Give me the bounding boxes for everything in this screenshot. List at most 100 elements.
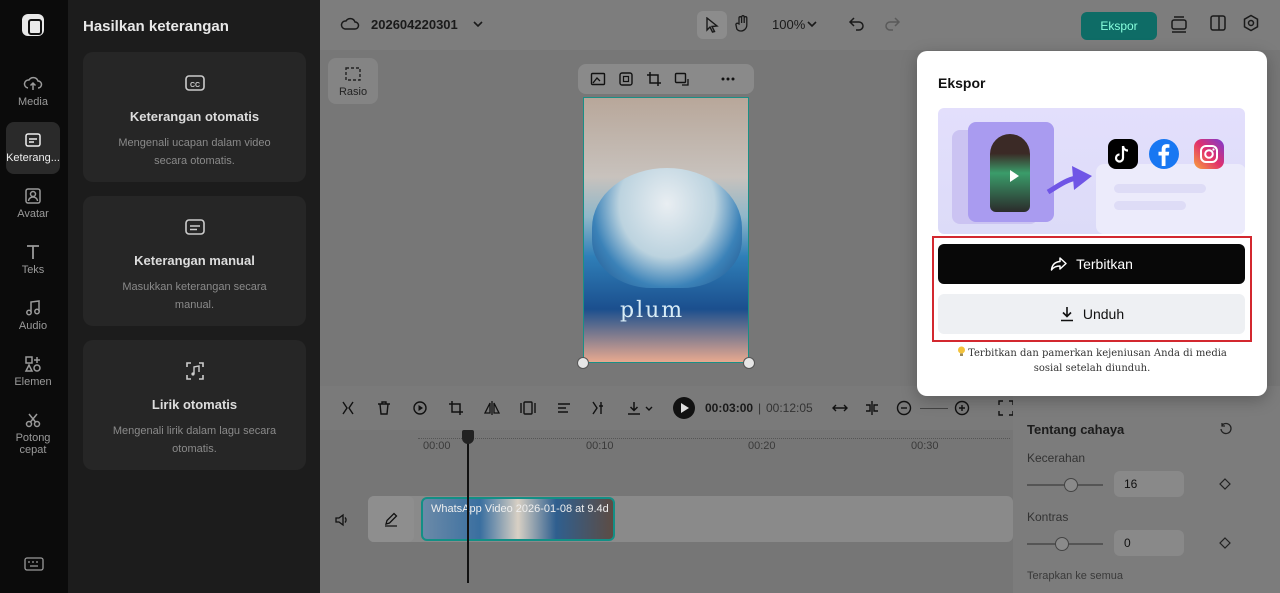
brightness-knob[interactable] [1064, 478, 1079, 492]
contrast-label: Kontras [1027, 510, 1069, 524]
settings-icon[interactable] [1242, 14, 1260, 32]
tick-label: 00:10 [586, 440, 614, 452]
elements-icon [24, 356, 41, 372]
contrast-knob[interactable] [1054, 537, 1069, 551]
scissors-icon [25, 413, 41, 428]
brightness-input[interactable]: 16 [1114, 471, 1184, 497]
redo-icon[interactable] [883, 14, 901, 32]
edit-cover-button[interactable] [368, 496, 414, 542]
instagram-icon [1194, 139, 1224, 169]
keyframe-diamond-icon[interactable] [1219, 537, 1231, 549]
playhead[interactable] [462, 430, 474, 583]
export-button-label: Ekspor [1100, 19, 1138, 33]
zoom-level[interactable]: 100% [772, 17, 805, 32]
app-logo-icon [22, 14, 44, 36]
zoom-in-icon[interactable] [954, 400, 970, 416]
tick-label: 00:30 [911, 440, 939, 452]
lyrics-icon [185, 362, 204, 380]
share-arrow-icon [1050, 257, 1067, 271]
card-desc: Mengenali lirik dalam lagu secara otomat… [112, 425, 277, 455]
brightness-slider[interactable] [1027, 478, 1103, 492]
tip-text: Terbitkan dan pamerkan kejeniusan Anda d… [968, 348, 1227, 374]
adjust-panel: Tentang cahaya Kecerahan 16 Kontras 0 Te… [1013, 386, 1280, 593]
cc-icon: CC [184, 75, 205, 91]
card-title: Lirik otomatis [151, 397, 238, 412]
music-note-icon [26, 300, 40, 316]
replace-icon[interactable] [674, 71, 690, 87]
hand-icon[interactable] [734, 14, 752, 34]
reset-icon[interactable] [1219, 422, 1233, 436]
rail-label: Keterang... [6, 152, 60, 164]
captions-panel: Hasilkan keterangan CC Keterangan otomat… [68, 0, 320, 593]
crop-clip-icon[interactable] [448, 400, 464, 416]
panel-toggle-icon[interactable] [1209, 14, 1227, 32]
volume-icon[interactable] [334, 512, 350, 528]
video-brand-text: plum [620, 298, 685, 323]
video-clip[interactable]: WhatsApp Video 2026-01-08 at 9.4d [421, 497, 615, 541]
crop-frame-icon[interactable] [618, 71, 634, 87]
download-chevron-icon[interactable] [644, 404, 654, 414]
play-overlay-icon [1010, 170, 1019, 182]
zoom-out-icon[interactable] [896, 400, 912, 416]
flip-icon[interactable] [484, 400, 500, 416]
snap-icon[interactable] [864, 400, 880, 416]
text-icon [27, 245, 39, 259]
image-add-icon[interactable] [590, 71, 606, 87]
lightbulb-icon [958, 346, 966, 356]
download-icon [1060, 307, 1073, 322]
resize-handle-br[interactable] [743, 357, 755, 369]
card-desc: Mengenali ucapan dalam video secara otom… [118, 137, 271, 167]
contrast-input[interactable]: 0 [1114, 530, 1184, 556]
rail-item-elements[interactable]: Elemen [6, 346, 60, 398]
download-clip-icon[interactable] [626, 400, 642, 416]
select-tool-button[interactable] [697, 11, 727, 39]
crop-icon[interactable] [646, 71, 662, 87]
download-button[interactable]: Unduh [938, 294, 1245, 334]
publish-button[interactable]: Terbitkan [938, 244, 1245, 284]
contrast-slider[interactable] [1027, 537, 1103, 551]
card-manual-captions[interactable]: Keterangan manual Masukkan keterangan se… [83, 196, 306, 326]
rail-item-captions[interactable]: Keterang... [6, 122, 60, 174]
keyframe-diamond-icon[interactable] [1219, 478, 1231, 490]
split-icon[interactable] [340, 400, 356, 416]
ratio-label: Rasio [338, 86, 368, 98]
rail-label: Elemen [14, 376, 52, 388]
export-button[interactable]: Ekspor [1081, 12, 1157, 40]
freeze-icon[interactable] [520, 400, 536, 416]
layers-icon[interactable] [1170, 14, 1188, 34]
zoom-slider[interactable] [920, 408, 948, 409]
more-icon[interactable] [720, 71, 736, 87]
cloud-sync-icon[interactable] [340, 14, 360, 34]
download-label: Unduh [1082, 306, 1125, 322]
rail-item-media[interactable]: Media [6, 66, 60, 118]
video-preview[interactable]: plum [583, 97, 749, 363]
project-name[interactable]: 202604220301 [371, 17, 458, 32]
rail-item-avatar[interactable]: Avatar [6, 178, 60, 230]
ratio-button[interactable]: Rasio [328, 58, 378, 104]
rail-item-text[interactable]: Teks [6, 234, 60, 286]
video-jar-image [592, 168, 742, 288]
fullscreen-icon[interactable] [998, 400, 1014, 416]
card-auto-captions[interactable]: CC Keterangan otomatis Mengenali ucapan … [83, 52, 306, 182]
auto-cut-icon[interactable] [590, 400, 606, 416]
apply-all-link[interactable]: Terapkan ke semua [1027, 570, 1123, 582]
rail-item-audio[interactable]: Audio [6, 290, 60, 342]
rail-item-quick-cut[interactable]: Potong cepat [6, 402, 60, 462]
play-button[interactable] [673, 397, 695, 419]
speed-icon[interactable] [412, 400, 428, 416]
export-illustration [938, 108, 1245, 234]
tiktok-icon [1108, 139, 1138, 169]
chevron-down-icon[interactable] [472, 18, 484, 30]
delete-icon[interactable] [376, 400, 392, 416]
card-auto-lyrics[interactable]: Lirik otomatis Mengenali lirik dalam lag… [83, 340, 306, 470]
brightness-label: Kecerahan [1027, 451, 1086, 465]
fit-width-icon[interactable] [832, 400, 848, 416]
resize-handle-bl[interactable] [577, 357, 589, 369]
svg-text:CC: CC [189, 82, 199, 89]
cut-audio-icon[interactable] [556, 400, 572, 416]
keyboard-icon[interactable] [24, 556, 44, 572]
zoom-chevron-icon[interactable] [806, 18, 818, 30]
card-desc: Masukkan keterangan secara manual. [122, 281, 267, 311]
undo-icon[interactable] [848, 14, 866, 32]
card-title: Keterangan manual [134, 253, 255, 268]
